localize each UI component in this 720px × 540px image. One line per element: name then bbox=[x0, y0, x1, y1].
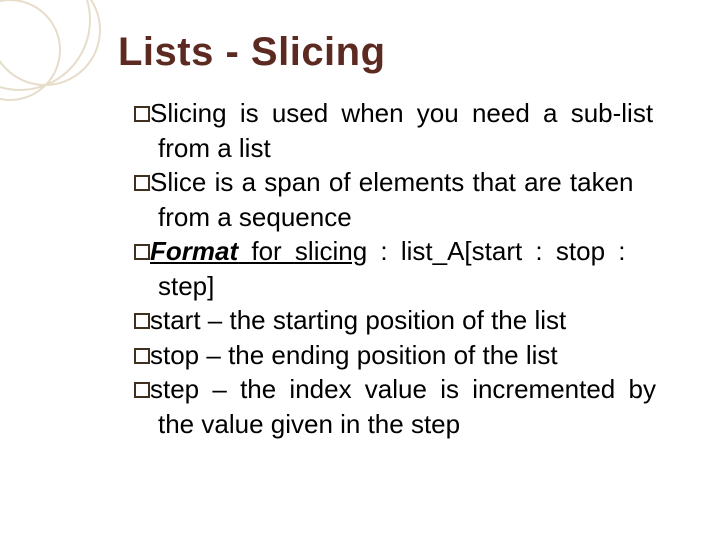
bullet-text: from a list bbox=[158, 133, 271, 163]
bullet-slicing: Slicing is used when you need a sub-list bbox=[134, 97, 720, 130]
bullet-box-icon bbox=[134, 313, 150, 329]
bullet-lead: stop bbox=[150, 340, 199, 370]
bullet-box-icon bbox=[134, 348, 150, 364]
bullet-text: from a sequence bbox=[158, 202, 352, 232]
bullet-lead: step bbox=[150, 374, 199, 404]
bullet-start: start – the starting position of the lis… bbox=[134, 304, 720, 337]
bullet-text: – the ending position of the list bbox=[199, 340, 557, 370]
bullet-box-icon bbox=[134, 382, 150, 398]
bullet-text: step] bbox=[158, 271, 214, 301]
bullet-text: is used when you need a sub-list bbox=[227, 98, 653, 128]
bullet-stop: stop – the ending position of the list bbox=[134, 339, 720, 372]
bullet-cont: the value given in the step bbox=[134, 408, 720, 441]
format-mid: for bbox=[238, 236, 295, 266]
bullet-lead: Slice bbox=[150, 167, 206, 197]
bullet-slice: Slice is a span of elements that are tak… bbox=[134, 166, 720, 199]
bullet-text: is a span of elements that are taken bbox=[206, 167, 633, 197]
format-label: Format bbox=[150, 236, 238, 266]
bullet-lead: start bbox=[150, 305, 201, 335]
slide: Lists - Slicing Slicing is used when you… bbox=[0, 0, 720, 540]
bullet-step: step – the index value is incremented by bbox=[134, 373, 720, 406]
bullet-text: the value given in the step bbox=[158, 409, 460, 439]
bullet-lead: Slicing bbox=[150, 98, 227, 128]
bullet-text: – the index value is incremented by bbox=[199, 374, 656, 404]
bullet-box-icon bbox=[134, 106, 150, 122]
bullet-cont: from a sequence bbox=[134, 201, 720, 234]
slide-title: Lists - Slicing bbox=[118, 30, 720, 75]
bullet-box-icon bbox=[134, 244, 150, 260]
format-rest: : list_A[start : stop : bbox=[367, 236, 625, 266]
slide-content: Slicing is used when you need a sub-list… bbox=[134, 97, 720, 440]
bullet-cont: step] bbox=[134, 270, 720, 303]
bullet-box-icon bbox=[134, 175, 150, 191]
bullet-cont: from a list bbox=[134, 132, 720, 165]
bullet-format: Format for slicing : list_A[start : stop… bbox=[134, 235, 720, 268]
format-slicing: slicing bbox=[295, 236, 367, 266]
bullet-text: – the starting position of the list bbox=[201, 305, 567, 335]
